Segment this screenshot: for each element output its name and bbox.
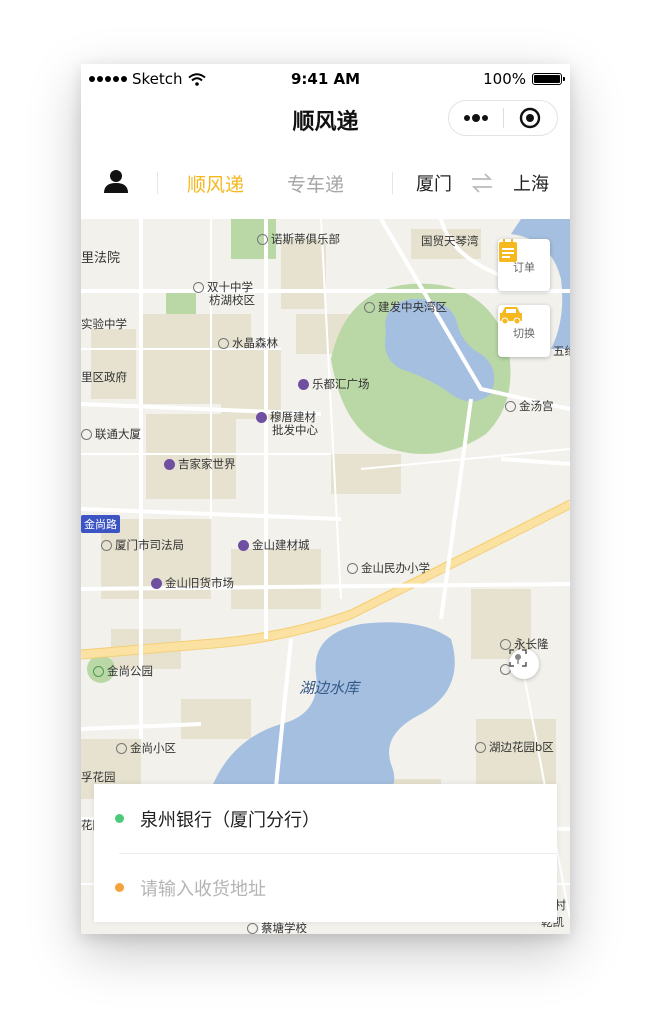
shop-pin-icon — [164, 459, 175, 470]
poi-label: 吉家家世界 — [164, 458, 236, 471]
more-dots-icon — [463, 114, 488, 122]
poi-label: 枋湖校区 — [209, 293, 255, 307]
poi-label: 实验中学 — [81, 317, 127, 331]
close-button[interactable] — [504, 101, 558, 135]
battery-icon — [532, 73, 565, 85]
address-card: 泉州银行（厦门分行） 请输入收货地址 — [94, 784, 557, 922]
car-icon — [500, 307, 522, 325]
poi-label: 金山民办小学 — [347, 562, 430, 575]
start-address-row[interactable]: 泉州银行（厦门分行） — [94, 784, 557, 853]
poi-pin-icon — [347, 563, 358, 574]
poi-label: 水晶森林 — [218, 337, 278, 350]
poi-pin-icon — [193, 282, 204, 293]
locate-icon — [509, 649, 527, 667]
poi-label: 批发中心 — [272, 423, 318, 437]
target-icon — [520, 107, 541, 129]
from-city[interactable]: 厦门 — [416, 170, 452, 196]
poi-label: 金尚小区 — [116, 742, 176, 755]
poi-label: 里法院 — [81, 251, 121, 266]
park-pin-icon — [93, 666, 104, 677]
poi-label: 五缘 — [553, 344, 570, 358]
poi-label: 里区政府 — [81, 370, 127, 384]
shop-pin-icon — [151, 578, 162, 589]
swap-arrows-icon — [471, 173, 493, 193]
road-label: 金尚路 — [81, 515, 120, 533]
shop-pin-icon — [256, 412, 267, 423]
poi-pin-icon — [364, 302, 375, 313]
nav-bar: 顺风递 — [81, 94, 570, 142]
start-address: 泉州银行（厦门分行） — [140, 809, 320, 831]
poi-label: 联通大厦 — [81, 428, 141, 441]
shop-pin-icon — [298, 379, 309, 390]
switch-button[interactable]: 切换 — [498, 305, 550, 357]
mini-program-capsule — [448, 100, 558, 136]
poi-label: 国贸天琴湾 — [421, 234, 479, 248]
poi-label: 湖边花园b区 — [475, 741, 554, 754]
poi-label: 诺斯蒂俱乐部 — [257, 233, 340, 246]
poi-label: 金尚公园 — [93, 665, 153, 678]
locate-button[interactable] — [509, 649, 539, 679]
battery-percent: 100% — [483, 70, 526, 88]
poi-label: 孚花园 — [81, 770, 116, 784]
order-button[interactable]: 订单 — [498, 239, 550, 291]
poi-pin-icon — [257, 234, 268, 245]
to-city[interactable]: 上海 — [513, 170, 549, 196]
end-address-row[interactable]: 请输入收货地址 — [94, 853, 557, 922]
service-tabs: 顺风递 专车递 厦门 上海 — [81, 142, 570, 219]
poi-pin-icon — [81, 429, 92, 440]
poi-label: 金汤宫 — [505, 400, 554, 413]
status-right: 100% — [483, 70, 565, 88]
poi-pin-icon — [505, 401, 516, 412]
more-button[interactable] — [449, 101, 503, 135]
tab-divider-right — [392, 172, 393, 194]
lake-label: 湖边水库 — [299, 679, 360, 697]
poi-pin-icon — [218, 338, 229, 349]
tab-zhuanchedi[interactable]: 专车递 — [287, 170, 344, 197]
start-dot-icon — [115, 814, 124, 823]
switch-button-label: 切换 — [513, 326, 535, 340]
tab-divider-left — [157, 172, 158, 194]
phone-screen: Sketch 9:41 AM 100% 顺风递 顺风递 专车递 厦门 上海 里法… — [81, 64, 570, 934]
poi-label: 厦门市司法局 — [101, 539, 184, 552]
poi-label: 蔡塘学校 — [247, 922, 307, 934]
swap-city-button[interactable] — [469, 172, 495, 194]
tab-shunfengdi[interactable]: 顺风递 — [187, 170, 244, 197]
shop-pin-icon — [238, 540, 249, 551]
end-address-input[interactable]: 请输入收货地址 — [140, 875, 266, 901]
status-bar: Sketch 9:41 AM 100% — [81, 64, 570, 94]
user-button[interactable] — [103, 168, 129, 194]
poi-label: 建发中央湾区 — [364, 301, 447, 314]
poi-label: 金山建材城 — [238, 539, 310, 552]
poi-label: 金山旧货市场 — [151, 577, 234, 590]
user-icon — [104, 170, 128, 193]
poi-pin-icon — [116, 743, 127, 754]
poi-pin-icon — [101, 540, 112, 551]
end-dot-icon — [115, 883, 124, 892]
poi-pin-icon — [247, 923, 258, 934]
poi-label: 乐都汇广场 — [298, 378, 370, 391]
order-list-icon — [499, 239, 517, 262]
poi-pin-icon — [475, 742, 486, 753]
